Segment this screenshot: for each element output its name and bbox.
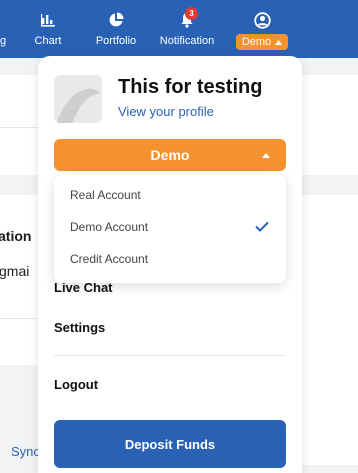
- deposit-funds-button[interactable]: Deposit Funds: [54, 420, 286, 468]
- settings-link[interactable]: Settings: [54, 320, 105, 335]
- menu-divider: [54, 355, 286, 356]
- user-icon: [253, 11, 271, 29]
- nav-item-partial[interactable]: g: [0, 0, 10, 58]
- checkmark-icon: [255, 221, 269, 232]
- nav-item-portfolio[interactable]: Portfolio: [92, 0, 140, 58]
- background-panel: [302, 195, 358, 465]
- profile-name: This for testing: [118, 76, 263, 98]
- nav-item-chart[interactable]: Chart: [28, 0, 68, 58]
- account-option-real[interactable]: Real Account: [70, 188, 141, 202]
- background-panel: [0, 75, 40, 175]
- background-panel: [0, 195, 40, 365]
- account-option-demo[interactable]: Demo Account: [70, 220, 148, 234]
- nav-item-label: Notification: [159, 35, 215, 47]
- view-profile-link[interactable]: View your profile: [118, 104, 214, 119]
- nav-item-label: Portfolio: [95, 35, 137, 47]
- background-divider: [0, 318, 40, 319]
- avatar-placeholder-icon: [58, 88, 100, 123]
- bell-icon: 3: [179, 7, 198, 29]
- account-type-label: Demo: [241, 36, 272, 48]
- pie-chart-icon: [108, 11, 124, 29]
- background-panel: [302, 75, 358, 175]
- nav-item-label: Chart: [34, 35, 62, 47]
- account-type-menu: Real Account Demo Account Credit Account: [54, 175, 286, 283]
- sync-link[interactable]: Sync: [11, 444, 40, 459]
- notification-badge: 3: [185, 7, 198, 20]
- account-switcher-button[interactable]: Demo: [54, 139, 286, 171]
- account-type-pill[interactable]: Demo: [235, 34, 289, 50]
- nav-item-notification[interactable]: 3 Notification: [158, 0, 216, 58]
- nav-item-label: g: [0, 35, 7, 47]
- account-switcher-label: Demo: [150, 147, 190, 163]
- account-option-credit[interactable]: Credit Account: [70, 252, 148, 266]
- background-divider: [0, 127, 40, 128]
- background-heading: ation: [0, 228, 32, 244]
- caret-up-icon: [275, 39, 283, 45]
- logout-link[interactable]: Logout: [54, 377, 98, 392]
- caret-up-icon: [262, 153, 270, 158]
- top-nav: g Chart Portfolio 3 Notification Demo: [0, 0, 358, 58]
- avatar[interactable]: [54, 75, 102, 123]
- nav-item-account[interactable]: Demo: [232, 0, 292, 58]
- bar-chart-icon: [40, 11, 56, 29]
- background-email: gmai: [0, 263, 30, 279]
